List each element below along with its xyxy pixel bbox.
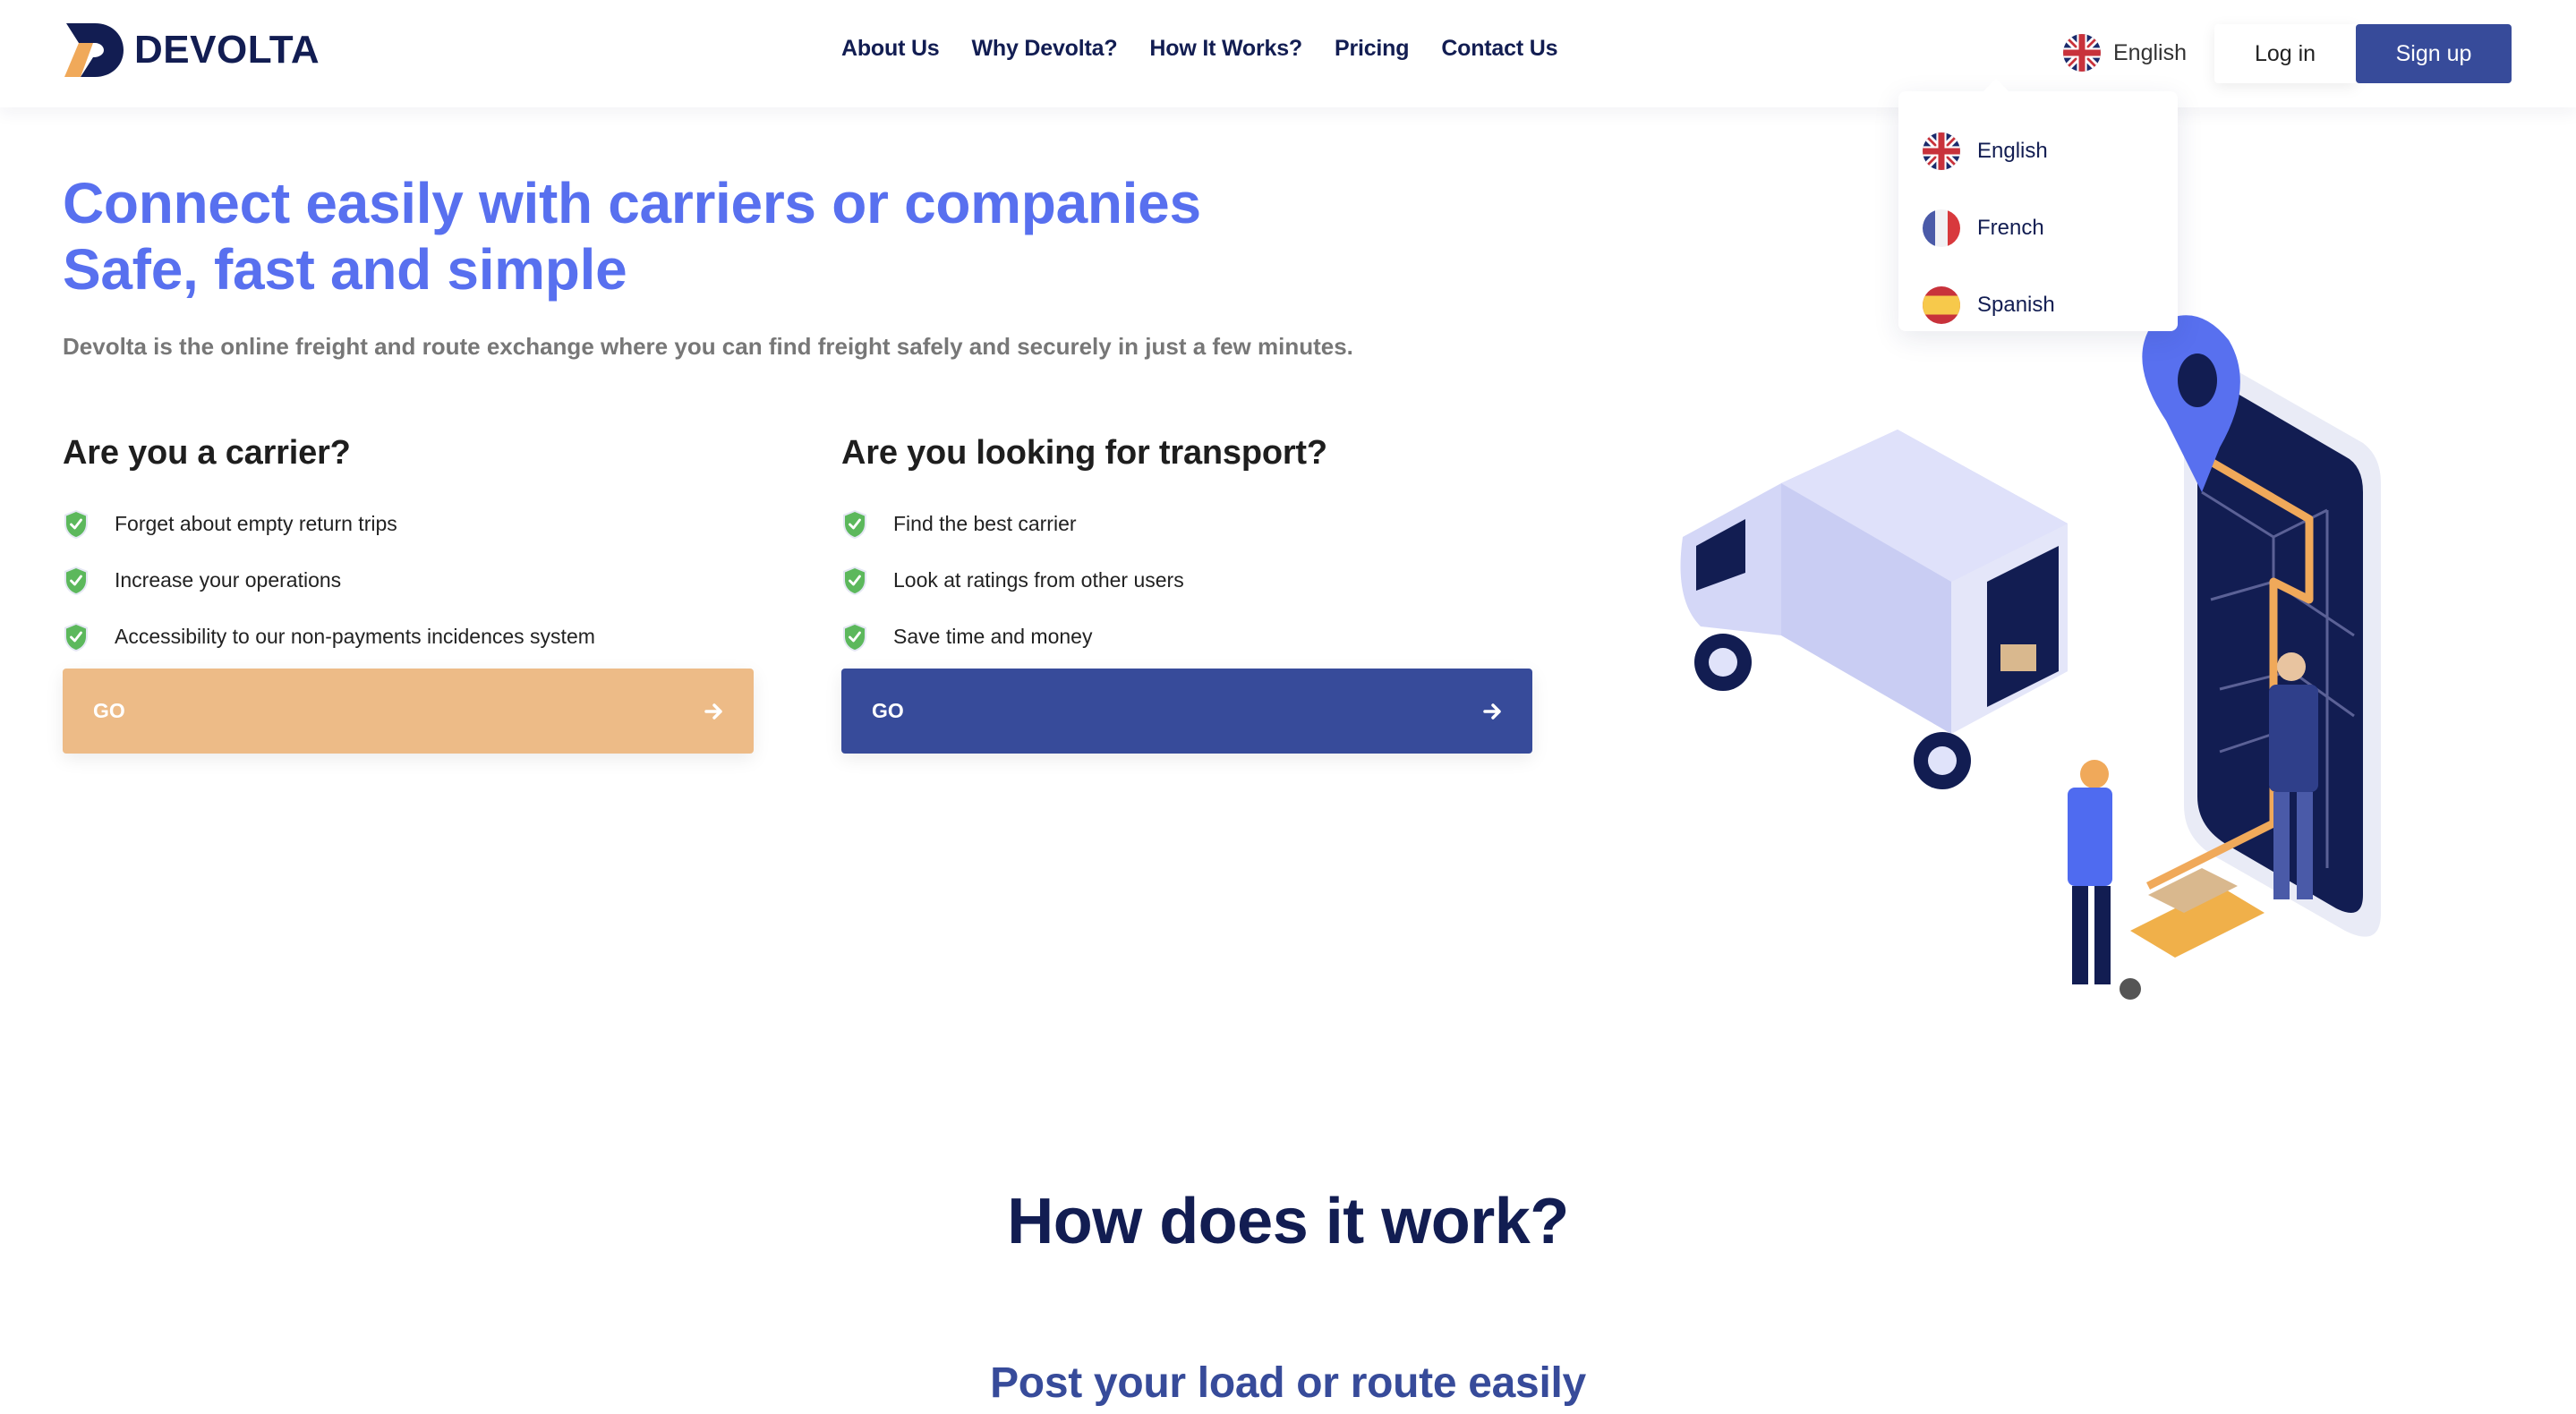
go-label: GO [872, 699, 904, 722]
feature-item: Accessibility to our non-payments incide… [63, 609, 754, 665]
site-header: DEVOLTA About Us Why Devolta? How It Wor… [0, 0, 2576, 107]
shield-check-icon [843, 509, 866, 539]
devolta-d-logo-icon [64, 23, 124, 77]
feature-text: Find the best carrier [893, 512, 1077, 535]
feature-item: Look at ratings from other users [841, 552, 1532, 609]
shipper-heading: Are you looking for transport? [841, 434, 1327, 472]
language-dropdown: English French Spanish [1898, 79, 2178, 331]
delivery-illustration [1680, 315, 2381, 1000]
hero-title-line-1: Connect easily with carriers or companie… [63, 171, 1201, 235]
truck-illustration [1680, 430, 2068, 789]
brand-name: DEVOLTA [134, 28, 320, 72]
france-flag-icon [1923, 209, 1960, 247]
carrier-go-button[interactable]: GO [63, 669, 754, 754]
feature-text: Save time and money [893, 625, 1093, 648]
nav-why-devolta[interactable]: Why Devolta? [972, 36, 1118, 62]
feature-item: Save time and money [841, 609, 1532, 665]
brand-logo[interactable]: DEVOLTA [63, 21, 320, 79]
shipper-go-button[interactable]: GO [841, 669, 1532, 754]
language-option-label: Spanish [1977, 293, 2055, 317]
arrow-right-icon [1483, 703, 1501, 720]
go-label: GO [93, 699, 125, 722]
feature-text: Look at ratings from other users [893, 568, 1184, 592]
uk-flag-icon [2063, 34, 2101, 72]
signup-button[interactable]: Sign up [2356, 24, 2512, 83]
carrier-heading: Are you a carrier? [63, 434, 351, 472]
language-option-french[interactable]: French [1898, 190, 2178, 267]
shipper-section: Are you looking for transport? Find the … [841, 434, 1532, 665]
shield-check-icon [843, 622, 866, 652]
main-nav: About Us Why Devolta? How It Works? Pric… [841, 36, 1590, 62]
feature-text: Accessibility to our non-payments incide… [115, 625, 595, 648]
login-button[interactable]: Log in [2214, 24, 2356, 83]
how-it-works-title: How does it work? [1007, 1186, 1569, 1257]
hero-subtitle: Devolta is the online freight and route … [63, 333, 1353, 360]
hero-title: Connect easily with carriers or companie… [63, 170, 1201, 302]
nav-pricing[interactable]: Pricing [1335, 36, 1410, 62]
language-option-spanish[interactable]: Spanish [1898, 267, 2178, 344]
feature-text: Forget about empty return trips [115, 512, 397, 535]
language-selector[interactable]: English [2063, 32, 2187, 73]
hero-title-line-2: Safe, fast and simple [63, 237, 627, 302]
how-it-works-subtitle: Post your load or route easily [990, 1359, 1586, 1407]
shield-check-icon [64, 622, 88, 652]
feature-text: Increase your operations [115, 568, 342, 592]
spain-flag-icon [1923, 286, 1960, 324]
nav-contact-us[interactable]: Contact Us [1441, 36, 1557, 62]
arrow-right-icon [704, 703, 722, 720]
shield-check-icon [64, 509, 88, 539]
current-language: English [2113, 39, 2187, 65]
uk-flag-icon [1923, 132, 1960, 170]
feature-item: Forget about empty return trips [63, 496, 754, 552]
language-option-english[interactable]: English [1898, 113, 2178, 190]
shield-check-icon [64, 566, 88, 595]
pallet-jack-illustration [2120, 868, 2265, 1000]
nav-how-it-works[interactable]: How It Works? [1149, 36, 1302, 62]
nav-about-us[interactable]: About Us [841, 36, 940, 62]
carrier-section: Are you a carrier? Forget about empty re… [63, 434, 754, 665]
feature-item: Increase your operations [63, 552, 754, 609]
shield-check-icon [843, 566, 866, 595]
feature-item: Find the best carrier [841, 496, 1532, 552]
worker-illustration [2068, 760, 2112, 984]
language-option-label: French [1977, 216, 2044, 240]
language-option-label: English [1977, 139, 2048, 163]
